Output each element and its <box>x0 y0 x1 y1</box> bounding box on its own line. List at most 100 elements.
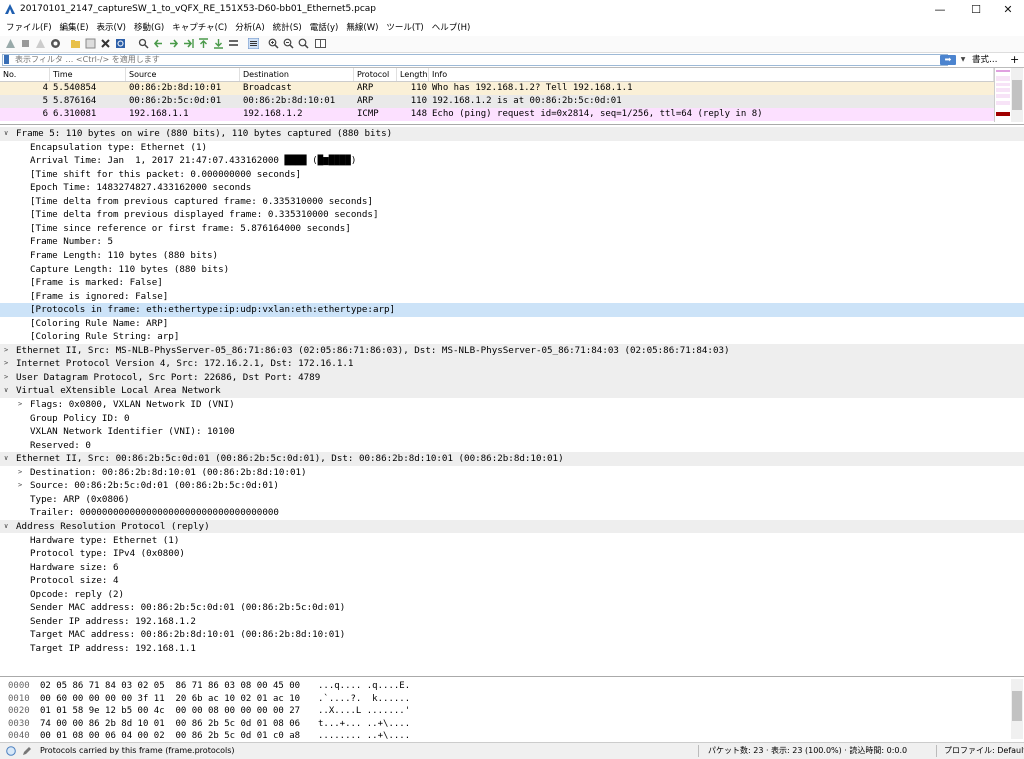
tree-protocol-header[interactable]: ∨ Frame 5: 110 bytes on wire (880 bits), … <box>0 127 1024 141</box>
go-back-icon[interactable] <box>153 38 164 49</box>
menu-help[interactable]: ヘルプ(H) <box>428 20 475 36</box>
bytes-ascii[interactable]: .`....?. k...... <box>318 693 410 706</box>
tree-protocol-header[interactable]: > User Datagram Protocol, Src Port: 22686… <box>0 370 1024 385</box>
menu-file[interactable]: ファイル(F) <box>0 20 56 36</box>
menu-tools[interactable]: ツール(T) <box>382 20 427 36</box>
resize-columns-icon[interactable] <box>315 38 326 49</box>
column-no[interactable]: No. <box>0 68 50 81</box>
tree-protocol-header[interactable]: ∨ Ethernet II, Src: 00:86:2b:5c:0d:01 (00… <box>0 452 1024 466</box>
tree-field[interactable]: Hardware type: Ethernet (1) <box>0 534 1024 548</box>
maximize-button[interactable]: ☐ <box>960 0 992 20</box>
bytes-ascii[interactable]: ...q.... .q....E. <box>318 680 410 693</box>
bytes-offset[interactable]: 0030 <box>8 718 30 731</box>
expert-info-icon[interactable] <box>6 746 16 756</box>
bytes-offset[interactable]: 0020 <box>8 705 30 718</box>
tree-field[interactable]: Hardware size: 6 <box>0 561 1024 575</box>
column-source[interactable]: Source <box>126 68 240 81</box>
bytes-offset[interactable]: 0010 <box>8 693 30 706</box>
tree-field[interactable]: Frame Number: 5 <box>0 235 1024 249</box>
tree-field[interactable]: Sender IP address: 192.168.1.2 <box>0 615 1024 629</box>
expand-arrow-icon[interactable]: > <box>18 479 22 493</box>
autoscroll-icon[interactable] <box>228 38 239 49</box>
expand-arrow-icon[interactable]: > <box>4 344 8 358</box>
close-file-icon[interactable] <box>100 38 111 49</box>
filter-history-dropdown[interactable]: ▼ <box>958 54 968 66</box>
tree-field[interactable]: Capture Length: 110 bytes (880 bits) <box>0 263 1024 277</box>
collapse-arrow-icon[interactable]: ∨ <box>4 520 8 534</box>
capture-options-icon[interactable] <box>50 38 61 49</box>
stop-capture-icon[interactable] <box>20 38 31 49</box>
zoom-in-icon[interactable] <box>268 38 279 49</box>
tree-field[interactable]: Epoch Time: 1483274827.433162000 seconds <box>0 181 1024 195</box>
expand-arrow-icon[interactable]: > <box>4 371 8 385</box>
tree-protocol-header[interactable]: > Ethernet II, Src: MS-NLB-PhysServer-05_… <box>0 343 1024 358</box>
packet-list-scrollbar[interactable] <box>1011 68 1023 122</box>
bytes-offset[interactable]: 0040 <box>8 730 30 743</box>
packet-row[interactable]: 5 5.876164 00:86:2b:5c:0d:01 00:86:2b:8d:10… <box>0 95 994 108</box>
normal-size-icon[interactable] <box>298 38 309 49</box>
last-packet-icon[interactable] <box>213 38 224 49</box>
bytes-ascii[interactable]: ........ ..+\.... <box>318 730 410 743</box>
open-file-icon[interactable] <box>70 38 81 49</box>
bytes-ascii[interactable]: t...+... ..+\.... <box>318 718 410 731</box>
tree-protocol-header[interactable]: > Internet Protocol Version 4, Src: 172.1… <box>0 357 1024 371</box>
column-destination[interactable]: Destination <box>240 68 354 81</box>
expand-arrow-icon[interactable]: > <box>4 357 8 371</box>
reload-file-icon[interactable] <box>115 38 126 49</box>
tree-field[interactable]: [Frame is ignored: False] <box>0 290 1024 304</box>
packet-row[interactable]: 6 6.310081 192.168.1.1 192.168.1.2 ICMP 148 Ec… <box>0 108 994 121</box>
tree-protocol-header[interactable]: ∨ Address Resolution Protocol (reply) <box>0 519 1024 534</box>
tree-field[interactable]: [Frame is marked: False] <box>0 276 1024 290</box>
collapse-arrow-icon[interactable]: ∨ <box>4 452 8 466</box>
bytes-ascii[interactable]: ..X....L .......' <box>318 705 410 718</box>
bytes-offset[interactable]: 0000 <box>8 680 30 693</box>
filter-bookmark-icon[interactable] <box>4 55 9 64</box>
tree-field[interactable]: Frame Length: 110 bytes (880 bits) <box>0 249 1024 263</box>
tree-field[interactable]: Protocol type: IPv4 (0x0800) <box>0 547 1024 561</box>
add-filter-button[interactable]: + <box>1010 53 1019 66</box>
tree-field[interactable]: Sender MAC address: 00:86:2b:5c:0d:01 (0… <box>0 601 1024 615</box>
menu-statistics[interactable]: 統計(S) <box>269 20 306 36</box>
tree-field[interactable]: VXLAN Network Identifier (VNI): 10100 <box>0 425 1024 439</box>
status-profile[interactable]: プロファイル: Default <box>944 743 1024 759</box>
start-capture-icon[interactable] <box>5 38 16 49</box>
bytes-hex[interactable]: 02 05 86 71 84 03 02 05 86 71 86 03 08 0… <box>40 680 300 693</box>
tree-field[interactable]: Arrival Time: Jan 1, 2017 21:47:07.43316… <box>0 154 1024 168</box>
edit-comment-icon[interactable] <box>22 746 32 756</box>
zoom-out-icon[interactable] <box>283 38 294 49</box>
tree-field[interactable]: Protocol size: 4 <box>0 574 1024 588</box>
packet-row[interactable]: 4 5.540854 00:86:2b:8d:10:01 Broadcast ARP 11… <box>0 82 994 95</box>
tree-field[interactable]: Encapsulation type: Ethernet (1) <box>0 141 1024 155</box>
tree-field[interactable]: [Time since reference or first frame: 5.… <box>0 222 1024 236</box>
colorize-icon[interactable] <box>248 38 259 49</box>
menu-telephony[interactable]: 電話(y) <box>306 20 343 36</box>
apply-filter-button[interactable]: ➡ <box>940 55 956 65</box>
tree-field[interactable]: [Protocols in frame: eth:ethertype:ip:ud… <box>0 303 1024 317</box>
tree-field[interactable]: Target IP address: 192.168.1.1 <box>0 642 1024 656</box>
tree-field[interactable]: [Coloring Rule Name: ARP] <box>0 317 1024 331</box>
first-packet-icon[interactable] <box>198 38 209 49</box>
close-button[interactable]: ✕ <box>992 0 1024 20</box>
tree-field[interactable]: > Flags: 0x0800, VXLAN Network ID (VNI) <box>0 398 1024 412</box>
tree-field[interactable]: Type: ARP (0x0806) <box>0 493 1024 507</box>
filter-expression-button[interactable]: 書式… <box>972 54 998 66</box>
go-to-packet-icon[interactable] <box>183 38 194 49</box>
tree-field[interactable]: Reserved: 0 <box>0 439 1024 453</box>
tree-field[interactable]: > Destination: 00:86:2b:8d:10:01 (00:86:2… <box>0 466 1024 480</box>
expand-arrow-icon[interactable]: > <box>18 398 22 412</box>
menu-edit[interactable]: 編集(E) <box>56 20 93 36</box>
tree-field[interactable]: > Source: 00:86:2b:5c:0d:01 (00:86:2b:5c:… <box>0 479 1024 493</box>
column-length[interactable]: Length <box>397 68 429 81</box>
tree-field[interactable]: [Time delta from previous captured frame… <box>0 195 1024 209</box>
menu-view[interactable]: 表示(V) <box>93 20 130 36</box>
bytes-hex[interactable]: 00 60 00 00 00 00 3f 11 20 6b ac 10 02 0… <box>40 693 300 706</box>
tree-field[interactable]: Trailer: 0000000000000000000000000000000… <box>0 506 1024 520</box>
tree-field[interactable]: [Time shift for this packet: 0.000000000… <box>0 168 1024 182</box>
menu-capture[interactable]: キャプチャ(C) <box>168 20 231 36</box>
tree-field[interactable]: [Coloring Rule String: arp] <box>0 330 1024 344</box>
expand-arrow-icon[interactable]: > <box>18 466 22 480</box>
menu-wireless[interactable]: 無線(W) <box>342 20 382 36</box>
scrollbar-thumb[interactable] <box>1012 80 1022 110</box>
menu-go[interactable]: 移動(G) <box>130 20 168 36</box>
tree-field[interactable]: [Time delta from previous displayed fram… <box>0 208 1024 222</box>
